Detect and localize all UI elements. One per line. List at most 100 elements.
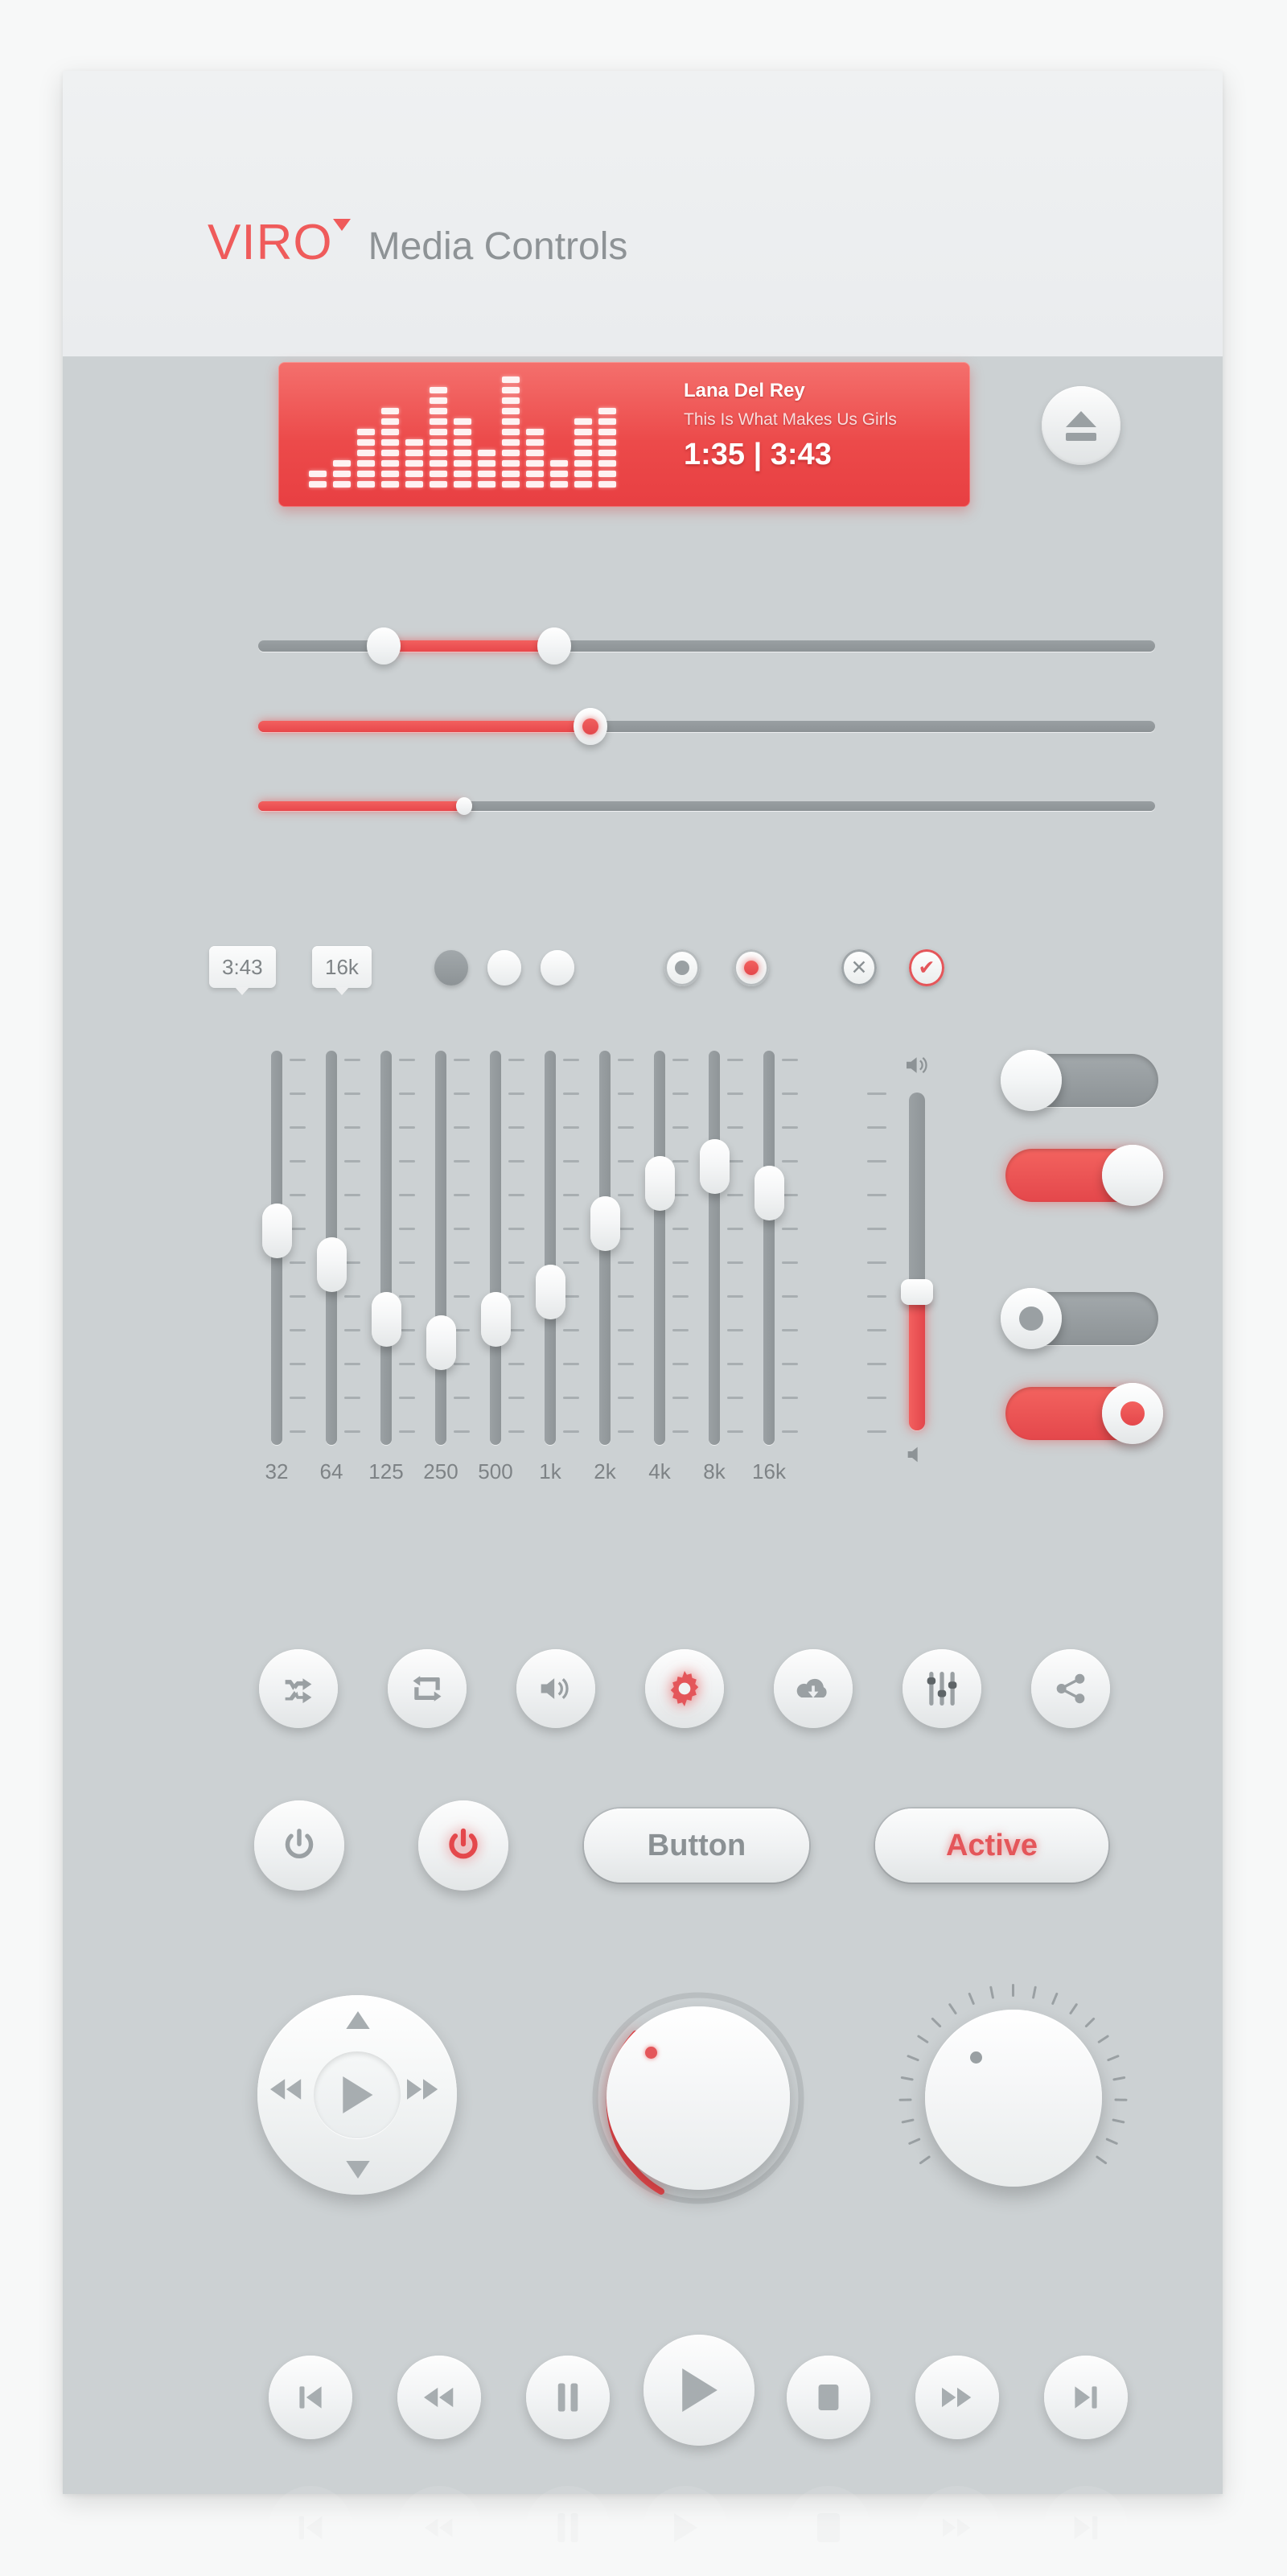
eq-band-knob[interactable]	[590, 1196, 620, 1252]
repeat-icon-button[interactable]	[388, 1649, 467, 1728]
eq-band-16k[interactable]: 16k	[745, 1051, 798, 1483]
radio-inactive[interactable]	[664, 949, 700, 986]
eq-band-knob[interactable]	[481, 1291, 511, 1347]
slider-fill	[384, 640, 554, 652]
volume-tick	[867, 1329, 886, 1331]
forward-icon[interactable]	[407, 2079, 439, 2104]
toggle-off-plain[interactable]	[1001, 1050, 1158, 1111]
power-button-off[interactable]	[254, 1800, 344, 1891]
eq-band-125[interactable]: 125	[362, 1051, 415, 1483]
button-active[interactable]: Active	[875, 1809, 1108, 1883]
eq-tick	[399, 1160, 415, 1162]
eq-band-4k[interactable]: 4k	[635, 1051, 689, 1483]
knob-with-arc[interactable]	[578, 1977, 819, 2219]
eq-tick	[508, 1363, 524, 1365]
stop-button[interactable]	[787, 2356, 870, 2439]
eq-band-knob[interactable]	[262, 1203, 292, 1258]
eq-band-knob[interactable]	[426, 1315, 456, 1371]
play-button[interactable]	[644, 2335, 755, 2446]
volume-low-icon	[904, 1445, 927, 1468]
dot-indicator-1[interactable]	[434, 950, 468, 986]
range-slider[interactable]	[258, 628, 1155, 665]
button-default[interactable]: Button	[584, 1809, 809, 1883]
cloud-download-icon-button[interactable]	[774, 1649, 853, 1728]
eq-band-500[interactable]: 500	[471, 1051, 524, 1483]
dpad-control[interactable]	[257, 1995, 457, 2195]
pause-button[interactable]	[526, 2356, 610, 2439]
eq-tick	[672, 1261, 689, 1264]
eject-button[interactable]	[1042, 386, 1120, 465]
knob-with-ticks[interactable]	[893, 1977, 1134, 2219]
volume-icon-button[interactable]	[516, 1649, 595, 1728]
slider-knob-start[interactable]	[367, 628, 401, 665]
knob-body[interactable]	[606, 2006, 790, 2190]
dpad-center-play-button[interactable]	[314, 2051, 401, 2138]
fast-forward-button[interactable]	[915, 2356, 999, 2439]
rewind-button[interactable]	[397, 2356, 481, 2439]
eq-band-knob[interactable]	[372, 1291, 401, 1347]
eq-tick	[290, 1397, 306, 1399]
eq-tick	[344, 1363, 360, 1365]
eq-band-knob[interactable]	[536, 1264, 565, 1319]
eq-band-32[interactable]: 32	[253, 1051, 306, 1483]
eq-tick	[618, 1093, 634, 1095]
eq-tick	[782, 1295, 798, 1298]
eq-vis-bar	[598, 408, 616, 488]
eq-band-knob[interactable]	[700, 1138, 730, 1194]
thin-slider[interactable]	[258, 797, 1155, 815]
eq-band-8k[interactable]: 8k	[690, 1051, 743, 1483]
down-icon[interactable]	[346, 2161, 370, 2183]
eq-band-label: 32	[265, 1459, 289, 1483]
eq-tick	[290, 1093, 306, 1095]
slider-knob-end[interactable]	[537, 628, 571, 665]
rewind-icon[interactable]	[270, 2079, 302, 2104]
eq-band-label: 500	[478, 1459, 513, 1483]
dot-indicator-3[interactable]	[541, 950, 574, 986]
slider-knob[interactable]	[573, 708, 607, 745]
toggle-off-ring[interactable]	[1001, 1288, 1158, 1349]
gear-icon-button[interactable]	[645, 1649, 724, 1728]
shuffle-icon-button[interactable]	[259, 1649, 338, 1728]
eq-tick	[399, 1093, 415, 1095]
eq-band-250[interactable]: 250	[417, 1051, 470, 1483]
up-icon[interactable]	[346, 2011, 370, 2033]
eq-tick	[672, 1126, 689, 1129]
power-button-on[interactable]	[418, 1800, 508, 1891]
volume-high-icon	[904, 1054, 931, 1080]
eq-band-2k[interactable]: 2k	[581, 1051, 634, 1483]
next-track-button[interactable]	[1044, 2356, 1128, 2439]
knob-tick	[1031, 1985, 1037, 1999]
equalizer-icon-button[interactable]	[903, 1649, 981, 1728]
eq-band-64[interactable]: 64	[307, 1051, 360, 1483]
previous-track-button[interactable]	[269, 2356, 352, 2439]
power-icon	[285, 1829, 314, 1859]
toggle-on-plain[interactable]	[1005, 1145, 1163, 1206]
toggle-on-ring[interactable]	[1005, 1383, 1163, 1444]
fast-forward-icon	[942, 2387, 972, 2408]
dot-indicator-2[interactable]	[487, 950, 521, 986]
equalizer-icon	[927, 1672, 957, 1706]
volume-knob[interactable]	[901, 1278, 933, 1305]
knob-body[interactable]	[925, 2010, 1102, 2187]
volume-slider[interactable]	[867, 1054, 972, 1488]
radio-active[interactable]	[734, 949, 769, 986]
now-playing-card[interactable]: Lana Del Rey This Is What Makes Us Girls…	[278, 362, 970, 507]
eq-tick	[563, 1126, 579, 1129]
eq-band-knob[interactable]	[645, 1155, 675, 1211]
confirm-button[interactable]: ✔	[909, 949, 944, 986]
eq-tick	[563, 1295, 579, 1298]
eq-band-knob[interactable]	[317, 1237, 347, 1293]
eq-tick	[618, 1261, 634, 1264]
eq-tick	[563, 1261, 579, 1264]
transport-reflection	[0, 2486, 1287, 2576]
share-icon-button[interactable]	[1031, 1649, 1110, 1728]
slider-knob[interactable]	[456, 797, 473, 815]
cancel-button[interactable]: ✕	[841, 949, 877, 986]
knob-indicator-dot	[645, 2047, 657, 2059]
eq-band-1k[interactable]: 1k	[526, 1051, 579, 1483]
eq-vis-bar	[574, 418, 592, 488]
value-slider[interactable]	[258, 708, 1155, 745]
toggle-knob	[1102, 1145, 1163, 1206]
eq-band-knob[interactable]	[755, 1166, 784, 1221]
eq-tick	[727, 1397, 743, 1399]
